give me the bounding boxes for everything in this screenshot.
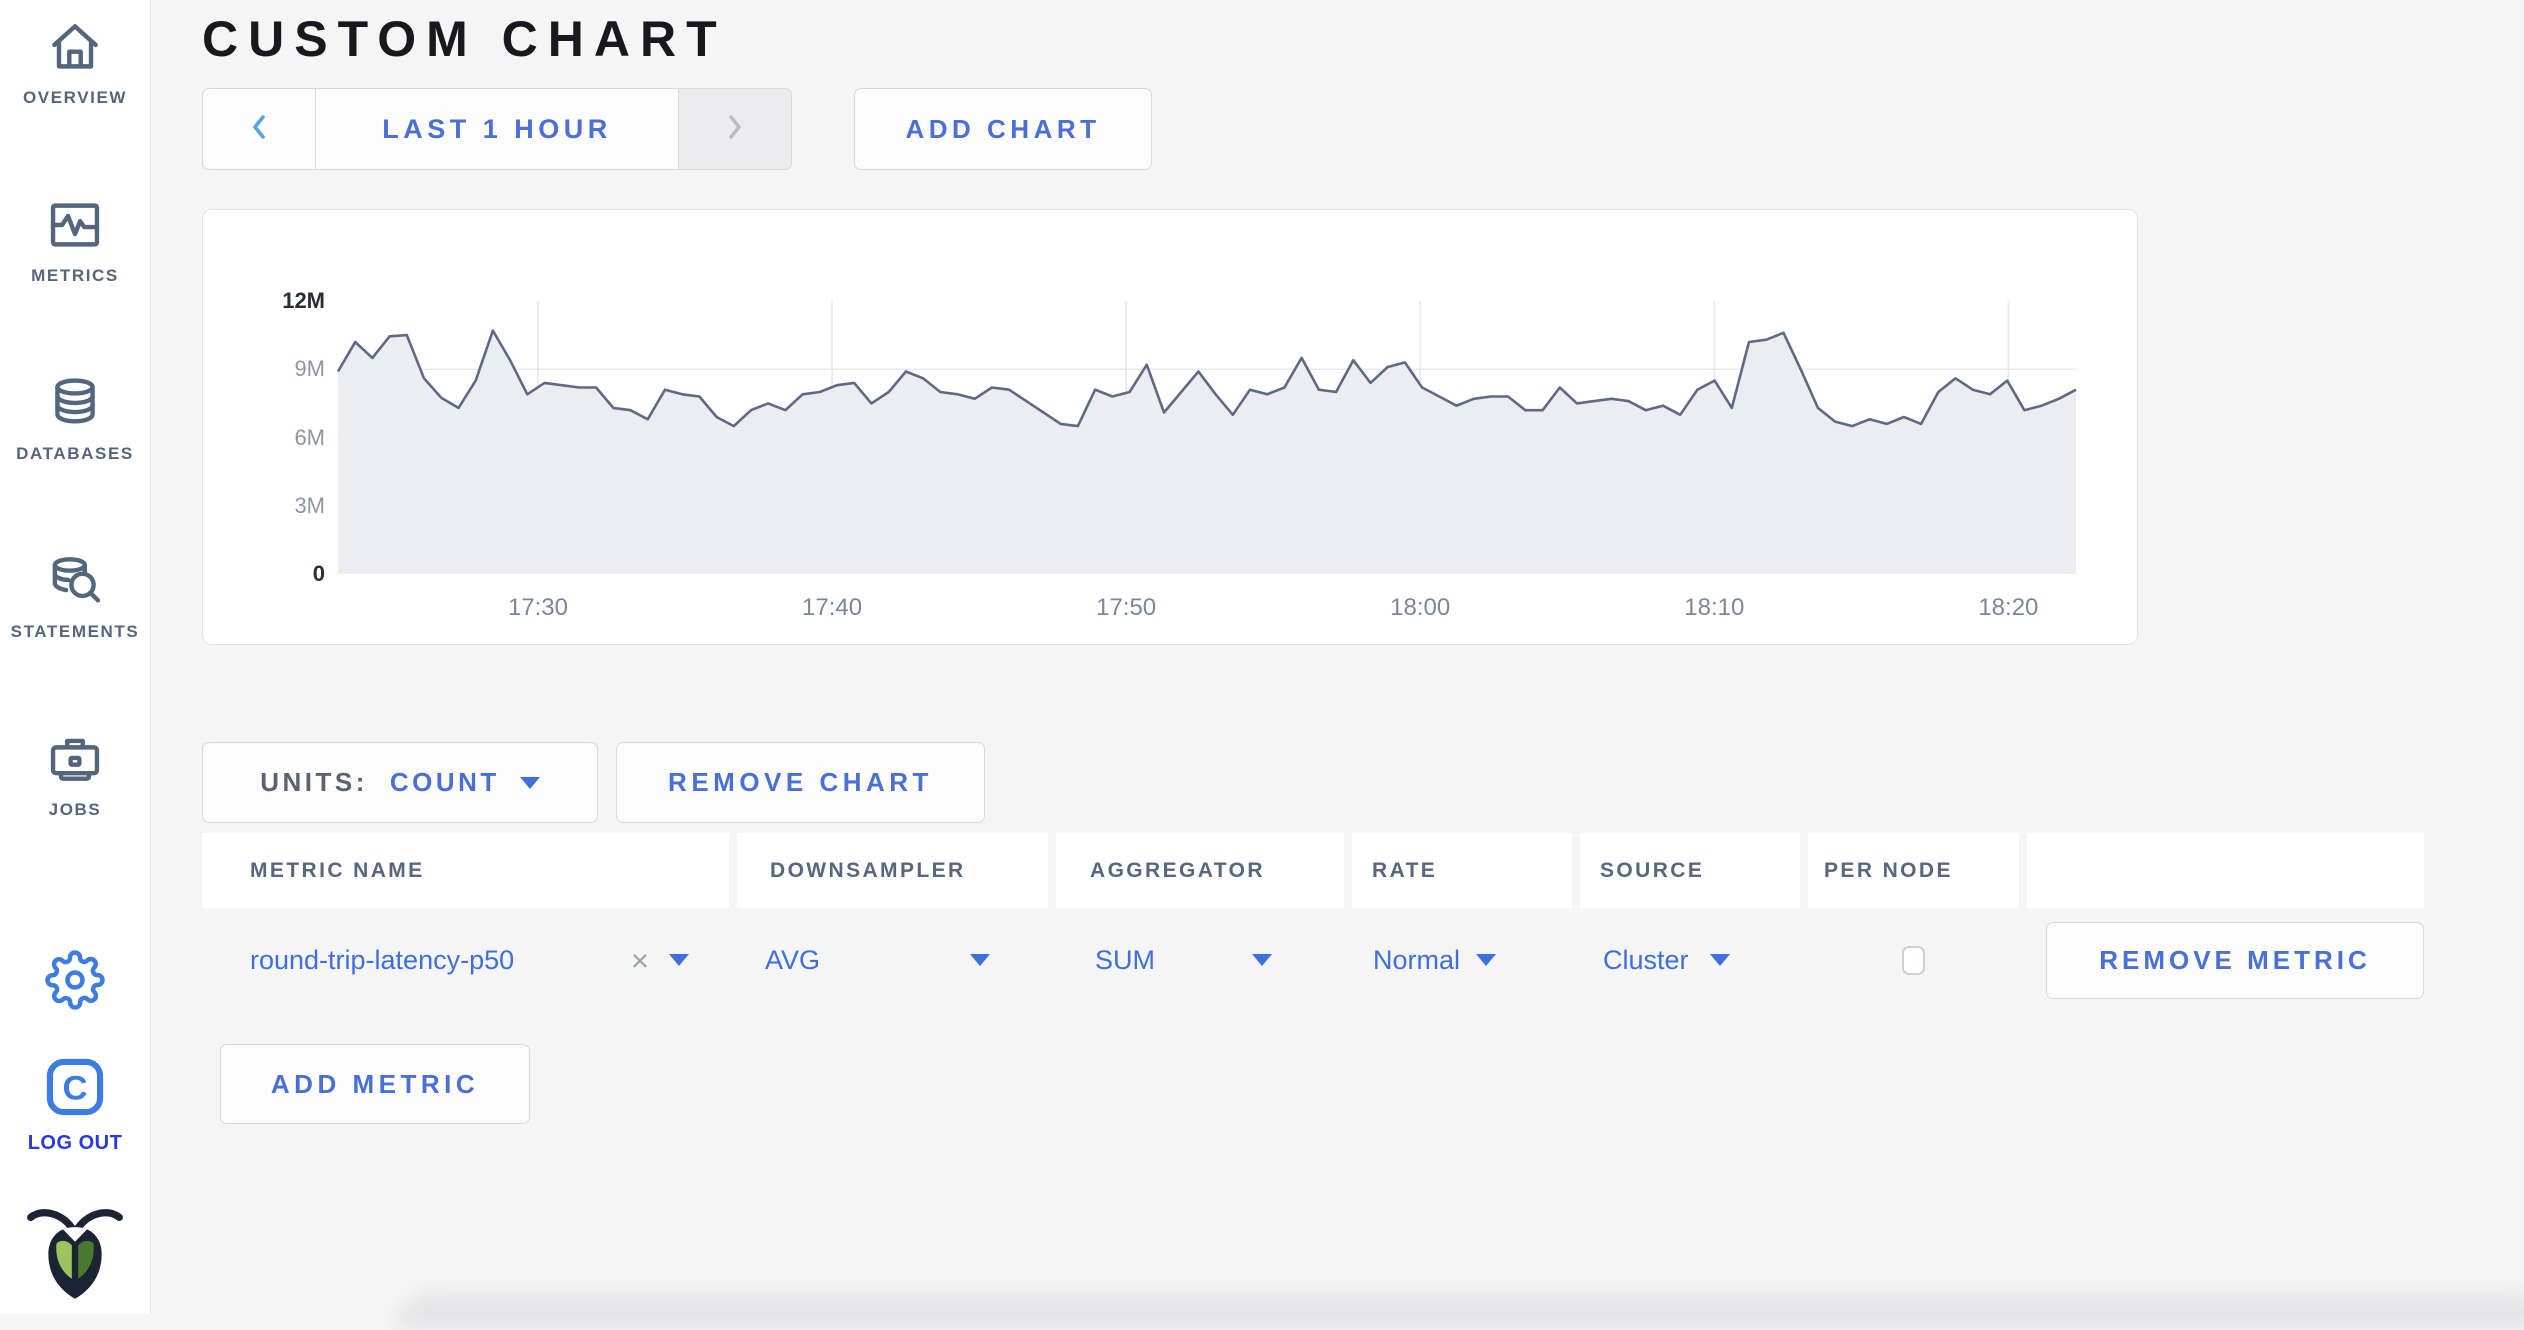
column-header-downsampler: DOWNSAMPLER	[737, 833, 1048, 908]
sidebar-item-jobs[interactable]: JOBS	[0, 728, 150, 820]
table-row: round-trip-latency-p50 × AVG SUM Normal …	[202, 908, 2424, 1012]
database-icon	[44, 372, 106, 434]
sidebar-item-metrics[interactable]: METRICS	[0, 194, 150, 286]
units-dropdown[interactable]: UNITS: COUNT	[202, 742, 598, 823]
sidebar-item-label: JOBS	[48, 800, 102, 819]
chart-panel: 0 3M 6M 9M 12M 17:30 17:40 17:50 18:00 18:10 18:2…	[202, 209, 2138, 645]
x-axis-tick: 17:50	[1096, 594, 1157, 621]
chart-x-axis: 17:30 17:40 17:50 18:00 18:10 18:20	[338, 588, 2076, 622]
add-chart-button[interactable]: ADD CHART	[854, 88, 1152, 170]
chevron-left-icon	[247, 107, 271, 152]
y-axis-tick: 0	[312, 561, 325, 586]
sidebar-item-label: DATABASES	[16, 444, 134, 463]
column-header-source: SOURCE	[1580, 833, 1800, 908]
clear-metric-icon[interactable]: ×	[631, 945, 649, 976]
units-label: UNITS:	[260, 767, 368, 797]
sidebar-item-label: METRICS	[31, 266, 119, 285]
x-axis-tick: 18:00	[1390, 594, 1451, 621]
time-range-picker: LAST 1 HOUR	[202, 88, 792, 170]
chart-plot[interactable]	[336, 301, 2077, 574]
briefcase-icon	[44, 728, 106, 790]
statements-icon	[44, 550, 106, 612]
metric-name-select[interactable]: round-trip-latency-p50	[250, 945, 514, 976]
time-range-next-button[interactable]	[678, 89, 791, 169]
caret-down-icon	[1252, 954, 1272, 966]
column-header-aggregator: AGGREGATOR	[1056, 833, 1344, 908]
time-range-prev-button[interactable]	[203, 89, 316, 169]
caret-down-icon	[970, 954, 990, 966]
logout-button[interactable]: C LOG OUT	[28, 1055, 123, 1155]
chart-y-axis: 0 3M 6M 9M 12M	[203, 290, 325, 585]
home-icon	[44, 16, 106, 78]
cockroach-c-icon: C	[43, 1055, 107, 1124]
column-header-rate: RATE	[1352, 833, 1572, 908]
x-axis-tick: 18:10	[1684, 594, 1745, 621]
source-select[interactable]: Cluster	[1580, 908, 1800, 1012]
x-axis-tick: 17:40	[802, 594, 863, 621]
page-title: CUSTOM CHART	[202, 11, 727, 67]
x-axis-tick: 17:30	[507, 594, 568, 621]
metrics-table-header: METRIC NAME DOWNSAMPLER AGGREGATOR RATE …	[202, 833, 2424, 908]
sidebar-item-overview[interactable]: OVERVIEW	[0, 16, 150, 108]
logout-label: LOG OUT	[27, 1132, 123, 1154]
metrics-table: METRIC NAME DOWNSAMPLER AGGREGATOR RATE …	[202, 833, 2424, 1012]
add-metric-button[interactable]: ADD METRIC	[220, 1044, 530, 1124]
time-range-label[interactable]: LAST 1 HOUR	[316, 89, 678, 169]
column-header-per-node: PER NODE	[1808, 833, 2019, 908]
remove-chart-button[interactable]: REMOVE CHART	[616, 742, 985, 823]
cockroachdb-bug-icon	[19, 1197, 131, 1306]
per-node-checkbox[interactable]	[1902, 945, 1925, 975]
units-value: COUNT	[389, 767, 500, 797]
main-content: CUSTOM CHART LAST 1 HOUR ADD CHART 0 3M …	[151, 0, 2524, 1314]
y-axis-tick: 3M	[294, 492, 325, 518]
caret-down-icon	[519, 776, 540, 789]
sidebar: OVERVIEW METRICS DATABASES STATEMENTS JO…	[0, 0, 151, 1314]
sidebar-item-statements[interactable]: STATEMENTS	[0, 550, 150, 642]
gear-icon	[45, 950, 105, 1014]
remove-metric-button[interactable]: REMOVE METRIC	[2046, 921, 2424, 999]
sidebar-item-databases[interactable]: DATABASES	[0, 372, 150, 464]
aggregator-select[interactable]: SUM	[1056, 908, 1344, 1012]
downsampler-select[interactable]: AVG	[737, 908, 1048, 1012]
sidebar-item-label: STATEMENTS	[10, 622, 140, 641]
metrics-icon	[44, 194, 106, 256]
caret-down-icon	[1710, 954, 1730, 966]
y-axis-tick: 9M	[294, 356, 325, 382]
svg-text:C: C	[62, 1069, 87, 1107]
chevron-right-icon	[723, 107, 747, 152]
rate-select[interactable]: Normal	[1352, 908, 1572, 1012]
y-axis-tick: 12M	[282, 288, 325, 313]
column-header-metric-name: METRIC NAME	[202, 833, 729, 908]
caret-down-icon	[669, 954, 689, 966]
y-axis-tick: 6M	[294, 424, 325, 450]
settings-button[interactable]	[45, 950, 105, 1015]
sidebar-item-label: OVERVIEW	[22, 88, 128, 107]
x-axis-tick: 18:20	[1978, 594, 2039, 621]
column-header-actions	[2027, 833, 2424, 908]
caret-down-icon	[1476, 954, 1496, 966]
